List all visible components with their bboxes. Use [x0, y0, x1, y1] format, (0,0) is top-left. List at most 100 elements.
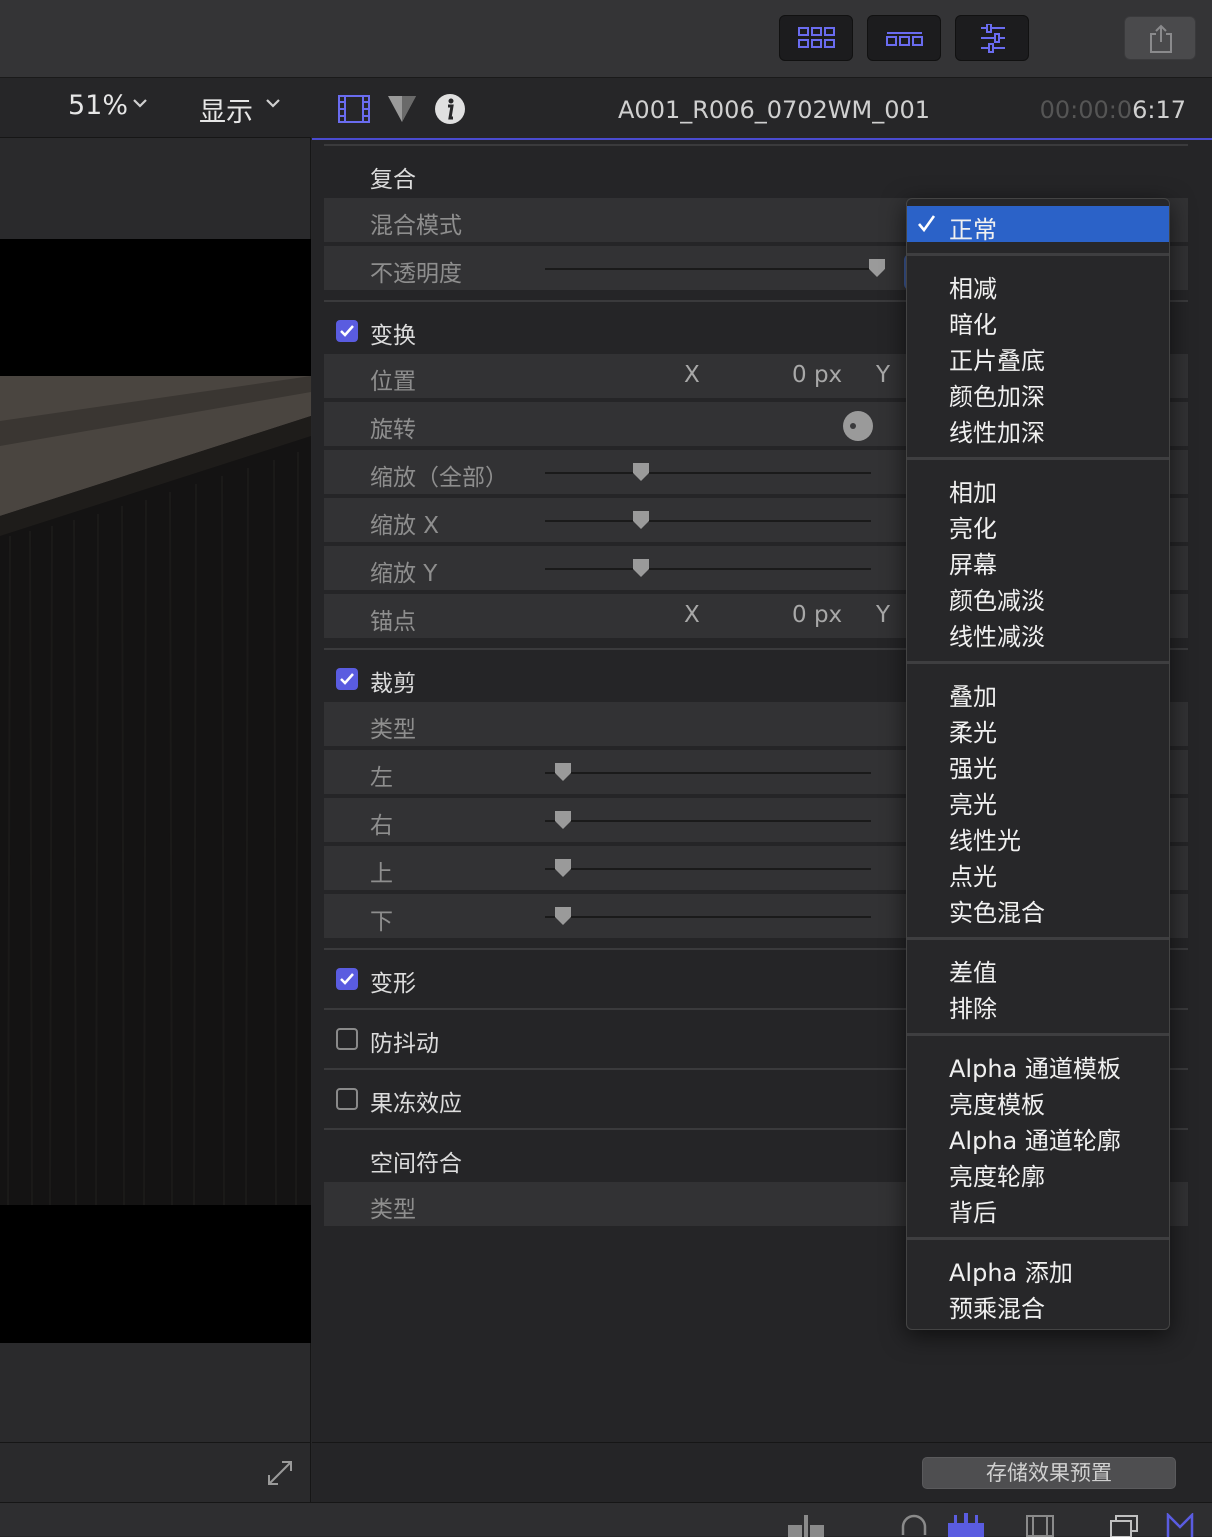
inspector-sliders-icon: [981, 24, 1005, 53]
transform-checkbox[interactable]: [336, 320, 358, 342]
menu-item[interactable]: 叠加: [907, 673, 1169, 711]
chevron-down-icon[interactable]: [265, 96, 281, 110]
crop-left-slider-knob[interactable]: [554, 762, 572, 782]
video-tab-icon[interactable]: [338, 95, 370, 123]
menu-item-label: 正片叠底: [949, 347, 1045, 375]
menu-item-label: 线性减淡: [949, 623, 1045, 651]
menu-item[interactable]: 暗化: [907, 301, 1169, 339]
crop-bottom-slider-track[interactable]: [545, 916, 871, 918]
menu-item[interactable]: 点光: [907, 853, 1169, 891]
crop-bottom-label: 下: [370, 909, 393, 935]
scale-all-slider-knob[interactable]: [632, 462, 650, 482]
clip-name: A001_R006_0702WM_001: [618, 96, 931, 124]
menu-item[interactable]: 强光: [907, 745, 1169, 783]
crop-top-slider-knob[interactable]: [554, 858, 572, 878]
position-x-value[interactable]: 0 px: [792, 362, 842, 388]
menu-item[interactable]: 屏幕: [907, 541, 1169, 579]
rotation-dial-icon[interactable]: [842, 410, 874, 442]
menu-item[interactable]: 颜色减淡: [907, 577, 1169, 615]
crop-top-label: 上: [370, 861, 393, 887]
rotation-label: 旋转: [370, 417, 416, 443]
divider: [324, 144, 1188, 146]
viewer-header: 51% 显示: [0, 78, 311, 138]
timeline-toggle-button[interactable]: [867, 15, 941, 61]
menu-item[interactable]: 亮化: [907, 505, 1169, 543]
menu-item[interactable]: Alpha 通道轮廓: [907, 1117, 1169, 1155]
menu-item[interactable]: 线性加深: [907, 409, 1169, 447]
share-button[interactable]: [1124, 16, 1196, 60]
menu-item-label: Alpha 通道模板: [949, 1055, 1121, 1083]
chevron-down-icon[interactable]: [132, 96, 148, 110]
menu-item[interactable]: 排除: [907, 985, 1169, 1023]
menu-item[interactable]: 亮度模板: [907, 1081, 1169, 1119]
save-effects-preset-button[interactable]: 存储效果预置: [922, 1457, 1176, 1489]
view-menu[interactable]: 显示: [199, 90, 253, 129]
section-label: 复合: [370, 167, 416, 193]
menu-item[interactable]: 正片叠底: [907, 337, 1169, 375]
blend-mode-label: 混合模式: [370, 213, 462, 239]
clip-appearance-icon[interactable]: [948, 1513, 984, 1537]
menu-item[interactable]: 线性减淡: [907, 613, 1169, 651]
scale-y-label: 缩放 Y: [370, 561, 438, 587]
inspector-footer: 存储效果预置: [312, 1442, 1212, 1502]
menu-item[interactable]: 柔光: [907, 709, 1169, 747]
video-frame-image: [0, 376, 311, 1205]
inspector-toggle-button[interactable]: [955, 15, 1029, 61]
anchor-label: 锚点: [370, 609, 416, 635]
browser-toggle-button[interactable]: [779, 15, 853, 61]
menu-item[interactable]: 差值: [907, 949, 1169, 987]
menu-item-normal[interactable]: 正常: [907, 206, 1169, 244]
rolling-shutter-checkbox[interactable]: [336, 1088, 358, 1110]
scale-x-slider-knob[interactable]: [632, 510, 650, 530]
zoom-level[interactable]: 51%: [68, 90, 128, 121]
browser-icon: [798, 27, 835, 48]
filmstrip-icon[interactable]: [1026, 1515, 1054, 1537]
y-label: Y: [876, 362, 891, 388]
menu-item[interactable]: 实色混合: [907, 889, 1169, 927]
menu-item-label: 柔光: [949, 719, 997, 747]
menu-item-label: 正常: [949, 216, 997, 244]
menu-separator: [907, 457, 1169, 460]
crop-top-slider-track[interactable]: [545, 868, 871, 870]
color-tab-icon[interactable]: [386, 94, 418, 124]
stabilization-checkbox[interactable]: [336, 1028, 358, 1050]
menu-item[interactable]: 预乘混合: [907, 1285, 1169, 1323]
scale-y-slider-knob[interactable]: [632, 558, 650, 578]
anchor-x-value[interactable]: 0 px: [792, 602, 842, 628]
menu-item[interactable]: 线性光: [907, 817, 1169, 855]
inspector-header: A001_R006_0702WM_001 00:00:06:17: [312, 78, 1212, 140]
video-canvas[interactable]: [0, 239, 311, 1343]
timecode: 00:00:06:17: [1040, 96, 1186, 124]
crop-right-label: 右: [370, 813, 393, 839]
effects-browser-icon[interactable]: [1166, 1513, 1194, 1537]
scale-x-slider-track[interactable]: [545, 520, 871, 522]
checkmark-icon: [340, 673, 354, 685]
menu-item[interactable]: 相减: [907, 265, 1169, 303]
menu-item[interactable]: Alpha 通道模板: [907, 1045, 1169, 1083]
crop-bottom-slider-knob[interactable]: [554, 906, 572, 926]
crop-left-slider-track[interactable]: [545, 772, 871, 774]
scale-y-slider-track[interactable]: [545, 568, 871, 570]
menu-item[interactable]: Alpha 添加: [907, 1249, 1169, 1287]
share-icon: [1150, 24, 1172, 53]
crop-right-slider-track[interactable]: [545, 820, 871, 822]
menu-item[interactable]: 亮光: [907, 781, 1169, 819]
scale-all-slider-track[interactable]: [545, 472, 871, 474]
info-tab-icon[interactable]: [434, 93, 466, 125]
window-icon[interactable]: [1110, 1513, 1140, 1537]
menu-item-label: 背后: [949, 1199, 997, 1227]
menu-item[interactable]: 相加: [907, 469, 1169, 507]
opacity-slider-track[interactable]: [545, 268, 885, 270]
menu-item[interactable]: 亮度轮廓: [907, 1153, 1169, 1191]
menu-item[interactable]: 背后: [907, 1189, 1169, 1227]
fullscreen-icon[interactable]: [266, 1459, 294, 1487]
crop-right-slider-knob[interactable]: [554, 810, 572, 830]
distort-checkbox[interactable]: [336, 968, 358, 990]
timeline-icon: [886, 32, 923, 46]
menu-item[interactable]: 颜色加深: [907, 373, 1169, 411]
opacity-slider-knob[interactable]: [868, 258, 886, 278]
snapping-icon[interactable]: [788, 1515, 824, 1537]
blend-mode-menu: 正常 相减 暗化 正片叠底 颜色加深 线性加深 相加 亮化 屏幕 颜色减淡 线性…: [906, 198, 1170, 1330]
crop-checkbox[interactable]: [336, 668, 358, 690]
headphones-icon[interactable]: [900, 1513, 928, 1537]
